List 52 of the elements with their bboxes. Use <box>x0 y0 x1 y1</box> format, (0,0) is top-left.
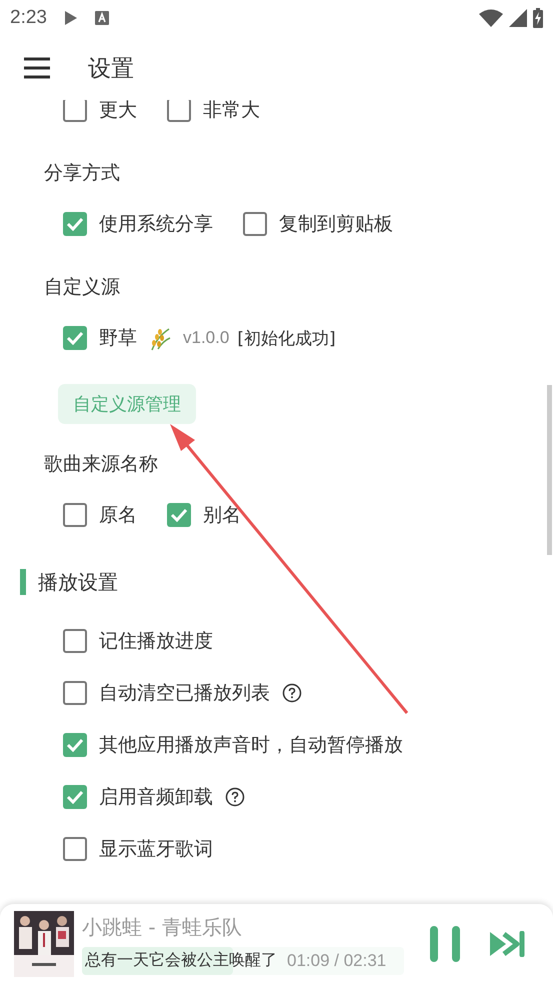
option-label: 使用系统分享 <box>99 212 213 237</box>
option-label: 更大 <box>99 98 137 123</box>
checkmark-icon <box>66 217 84 231</box>
group-label: 歌曲来源名称 <box>43 452 159 477</box>
checkmark-icon <box>66 738 84 752</box>
option-label: 其他应用播放声音时，自动暂停播放 <box>99 733 403 758</box>
checkmark-icon <box>170 508 188 522</box>
checkbox[interactable] <box>63 98 87 122</box>
song-title: 小跳蛙 - 青蛙乐队 <box>82 914 243 940</box>
help-icon[interactable] <box>282 683 302 703</box>
play-icon <box>64 11 77 25</box>
option-label: 复制到剪贴板 <box>279 212 393 237</box>
section-title: 播放设置 <box>38 569 118 595</box>
checkmark-icon <box>66 331 84 345</box>
option-label: 原名 <box>99 503 137 528</box>
option-label: 自动清空已播放列表 <box>99 681 270 706</box>
playback-time: 01:09 / 02:31 <box>287 950 386 970</box>
page-title: 设置 <box>88 54 134 84</box>
checkbox[interactable] <box>167 98 191 122</box>
group-label: 自定义源 <box>43 275 121 300</box>
section-marker <box>20 569 26 595</box>
checkbox[interactable] <box>243 212 267 236</box>
option-label: 显示蓝牙歌词 <box>99 837 213 862</box>
checkbox[interactable] <box>63 503 87 527</box>
status-time: 2:23 <box>10 7 47 29</box>
group-label: 分享方式 <box>43 161 121 186</box>
checkbox[interactable] <box>63 837 87 861</box>
checkbox[interactable] <box>63 733 87 757</box>
battery-icon <box>533 8 543 28</box>
option-label: 非常大 <box>203 98 260 123</box>
signal-icon <box>509 9 527 27</box>
option-label: 野草 <box>99 326 137 351</box>
manage-button[interactable]: 自定义源管理 <box>58 384 196 424</box>
keyboard-icon <box>94 11 109 25</box>
option-label: 别名 <box>203 503 241 528</box>
next-button[interactable] <box>490 931 526 957</box>
checkbox[interactable] <box>63 681 87 705</box>
menu-button[interactable] <box>24 57 50 79</box>
help-icon[interactable] <box>225 787 245 807</box>
lyric-text: 总有一天它会被公主唤醒了 <box>84 950 277 971</box>
checkbox[interactable] <box>63 629 87 653</box>
option-label: 记住播放进度 <box>99 629 213 654</box>
checkbox[interactable] <box>167 503 191 527</box>
checkbox[interactable] <box>63 212 87 236</box>
checkbox[interactable] <box>63 785 87 809</box>
option-label: 启用音频卸载 <box>99 785 213 810</box>
checkmark-icon <box>66 790 84 804</box>
status-text: [初始化成功] <box>237 328 336 350</box>
checkbox[interactable] <box>63 326 87 350</box>
pause-button[interactable] <box>428 926 462 962</box>
version-text: v1.0.0 <box>183 328 230 348</box>
wifi-icon <box>479 9 503 27</box>
